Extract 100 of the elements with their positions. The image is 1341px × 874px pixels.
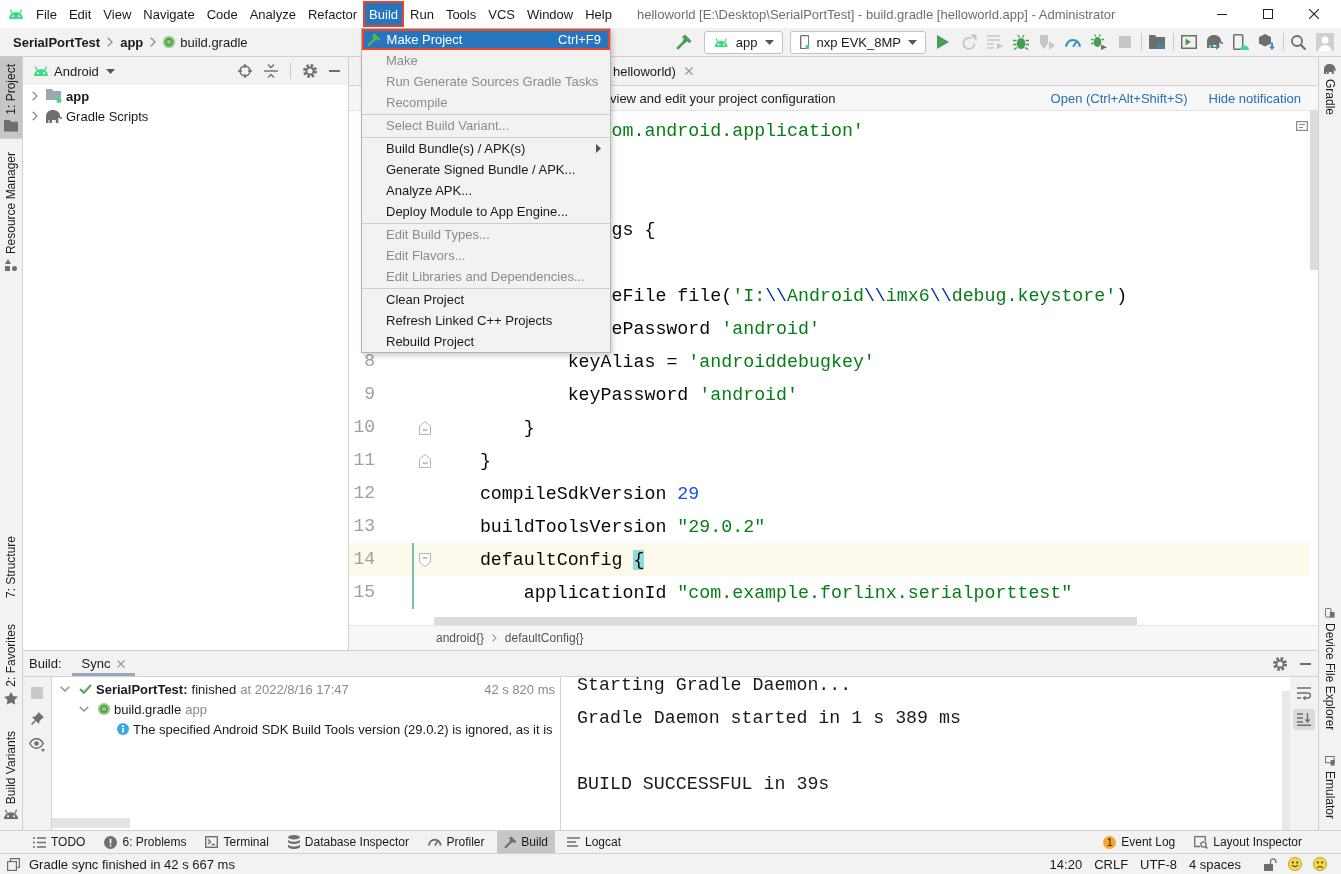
unlocked-icon[interactable] (1264, 857, 1277, 871)
menu-bar-item[interactable]: Refactor (301, 1, 364, 27)
vertical-scrollbar[interactable] (1282, 691, 1290, 830)
hammer-icon[interactable] (676, 34, 693, 50)
build-task-name[interactable]: SerialPortTest: (96, 681, 188, 697)
vertical-scrollbar[interactable] (1310, 111, 1318, 270)
tool-window-tab[interactable]: Gradle (1319, 57, 1341, 123)
device-dropdown[interactable]: nxp EVK_8MP (789, 30, 926, 54)
menu-bar-item[interactable]: Window (520, 1, 580, 27)
tool-window-button[interactable]: Logcat (560, 831, 629, 853)
breadcrumb[interactable]: android{} (436, 631, 485, 645)
tool-window-button[interactable]: Terminal (198, 831, 276, 853)
breadcrumb[interactable]: app (120, 34, 144, 50)
file-type-icon (163, 36, 176, 48)
tool-window-tab[interactable]: Resource Manager (0, 144, 22, 278)
menu-item[interactable]: Rebuild Project (362, 331, 610, 352)
terminal-icon (205, 836, 219, 848)
page-icon[interactable] (1296, 121, 1308, 131)
tool-window-tab[interactable]: 2: Favorites (0, 617, 22, 712)
android-icon (714, 37, 729, 47)
status-field[interactable]: UTF-8 (1140, 856, 1177, 872)
phone-android-icon[interactable] (1233, 34, 1249, 50)
menu-item[interactable]: Make Project Ctrl+F9 (362, 29, 610, 50)
chevron-down-icon[interactable] (79, 706, 89, 712)
screen-play-icon[interactable] (1181, 35, 1197, 49)
maximize-icon[interactable] (1263, 9, 1273, 19)
cube-arrow-icon[interactable] (1259, 34, 1275, 50)
notification-link[interactable]: Hide notification (1208, 90, 1301, 106)
chevron-right-icon[interactable] (32, 91, 38, 101)
menu-bar-item[interactable]: Run (404, 1, 440, 27)
menu-item[interactable]: Build Bundle(s) / APK(s) (362, 138, 610, 159)
breadcrumb[interactable]: defaultConfig{} (504, 631, 584, 645)
tool-window-button[interactable]: TODO (26, 831, 93, 853)
horizontal-scrollbar[interactable] (434, 617, 1137, 625)
horizontal-scrollbar[interactable] (52, 818, 130, 828)
gauge-icon[interactable] (1065, 37, 1081, 47)
tool-window-button[interactable]: Build (496, 831, 555, 853)
tool-window-tab[interactable]: 1: Project (0, 57, 22, 139)
menu-bar-item[interactable]: File (30, 1, 63, 27)
folder-grid-icon[interactable] (1149, 35, 1165, 49)
smile-icon[interactable] (1288, 857, 1302, 871)
breadcrumb[interactable]: SerialPortTest (13, 34, 101, 50)
message-text[interactable]: The specified Android SDK Build Tools version (29.0.2) is ignored, as it is (133, 721, 553, 737)
tool-window-button[interactable]: 6: Problems (97, 831, 194, 853)
menu-bar-item[interactable]: Help (579, 1, 618, 27)
tool-window-button[interactable]: Profiler (420, 831, 492, 853)
tree-item[interactable]: app (66, 88, 90, 104)
run-configuration-dropdown[interactable]: app (704, 30, 783, 54)
settings-icon[interactable] (303, 64, 317, 78)
chevron-down-icon[interactable] (60, 686, 70, 692)
close-icon[interactable] (1309, 9, 1319, 19)
menu-bar-item[interactable]: VCS (482, 1, 521, 27)
tree-item[interactable]: Gradle Scripts (66, 108, 149, 124)
menu-item[interactable]: Generate Signed Bundle / APK... (362, 159, 610, 180)
file-name[interactable]: build.gradle (114, 701, 182, 717)
tool-window-tab[interactable]: 7: Structure (0, 529, 22, 606)
editor-tab[interactable]: helloworld) (611, 57, 701, 85)
elephant-arrow-icon[interactable] (1207, 34, 1223, 50)
console-line: Starting Gradle Daemon... (577, 677, 852, 695)
menu-bar-item[interactable]: View (97, 1, 138, 27)
menu-bar-item[interactable]: Navigate (137, 1, 201, 27)
menu-bar-item[interactable]: Code (200, 1, 244, 27)
fold-end-icon[interactable] (419, 453, 431, 468)
settings-icon[interactable] (1273, 656, 1287, 671)
menu-bar-item[interactable]: Tools (439, 1, 483, 27)
tool-window-button[interactable]: 1 Event Log (1096, 831, 1183, 853)
pin-icon[interactable] (30, 712, 44, 725)
tool-window-tab[interactable]: Emulator (1319, 749, 1341, 826)
search-icon[interactable] (1291, 34, 1306, 50)
tool-window-button[interactable]: Layout Inspector (1187, 831, 1309, 853)
menu-bar-item[interactable]: Edit (62, 1, 98, 27)
menu-item[interactable]: Refresh Linked C++ Projects (362, 310, 610, 331)
menu-item[interactable]: Deploy Module to App Engine... (362, 201, 610, 222)
code-line: om.android.application' (611, 120, 864, 141)
status-field[interactable]: 14:20 (1049, 856, 1083, 872)
scroll-to-end-icon[interactable] (1293, 709, 1315, 730)
view-selector[interactable]: Android (33, 63, 115, 79)
squares-icon[interactable] (7, 857, 20, 871)
menu-bar-item[interactable]: Build (363, 1, 404, 27)
chevron-right-icon[interactable] (32, 111, 38, 121)
menu-item[interactable]: Clean Project (362, 289, 610, 310)
frown-icon[interactable] (1313, 857, 1327, 871)
breadcrumb[interactable]: build.gradle (180, 34, 248, 50)
crosshair-icon[interactable] (238, 64, 252, 78)
tool-window-button[interactable]: Database Inspector (280, 831, 416, 853)
menu-bar-item[interactable]: Analyze (243, 1, 302, 27)
status-field[interactable]: CRLF (1094, 856, 1129, 872)
minimize-icon[interactable] (1217, 13, 1227, 15)
bug-arrow-icon[interactable] (1091, 34, 1107, 50)
notification-link[interactable]: Open (Ctrl+Alt+Shift+S) (1050, 90, 1188, 106)
eye-icon[interactable] (29, 738, 45, 752)
fold-end-icon[interactable] (419, 420, 431, 435)
tool-window-tab[interactable]: Build Variants (0, 723, 22, 826)
bug-icon[interactable] (1013, 34, 1029, 50)
fold-start-icon[interactable] (419, 552, 431, 567)
menu-item[interactable]: Analyze APK... (362, 180, 610, 201)
tool-window-tab[interactable]: Device File Explorer (1319, 601, 1341, 738)
collapse-all-icon[interactable] (264, 64, 278, 78)
play-icon[interactable] (937, 35, 949, 49)
status-field[interactable]: 4 spaces (1188, 856, 1241, 872)
